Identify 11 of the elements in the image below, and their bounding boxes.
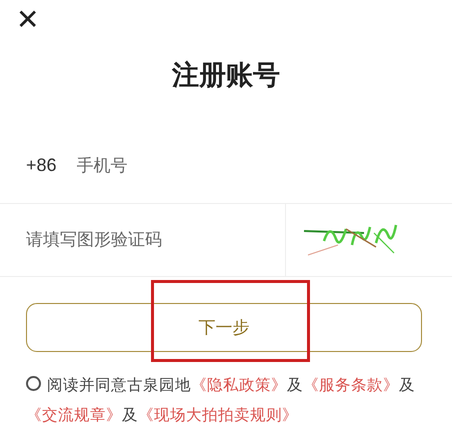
phone-input-field[interactable]: 手机号 [76, 154, 452, 178]
policy-link[interactable]: 《服务条款》 [303, 376, 399, 394]
next-button[interactable]: 下一步 [26, 303, 422, 352]
policy-link[interactable]: 《隐私政策》 [191, 376, 287, 394]
captcha-input-field[interactable]: 请填写图形验证码 [26, 228, 285, 252]
policy-link[interactable]: 《交流规章》 [26, 406, 122, 424]
country-code[interactable]: +86 [26, 155, 57, 176]
page-title: 注册账号 [170, 59, 281, 93]
policy-link[interactable]: 《现场大拍拍卖规则》 [138, 406, 298, 424]
close-button[interactable]: ✕ [14, 4, 42, 36]
agreement-text: 阅读并同意古泉园地《隐私政策》及《服务条款》及 《交流规章》及《现场大拍拍卖规则》 [26, 375, 416, 426]
